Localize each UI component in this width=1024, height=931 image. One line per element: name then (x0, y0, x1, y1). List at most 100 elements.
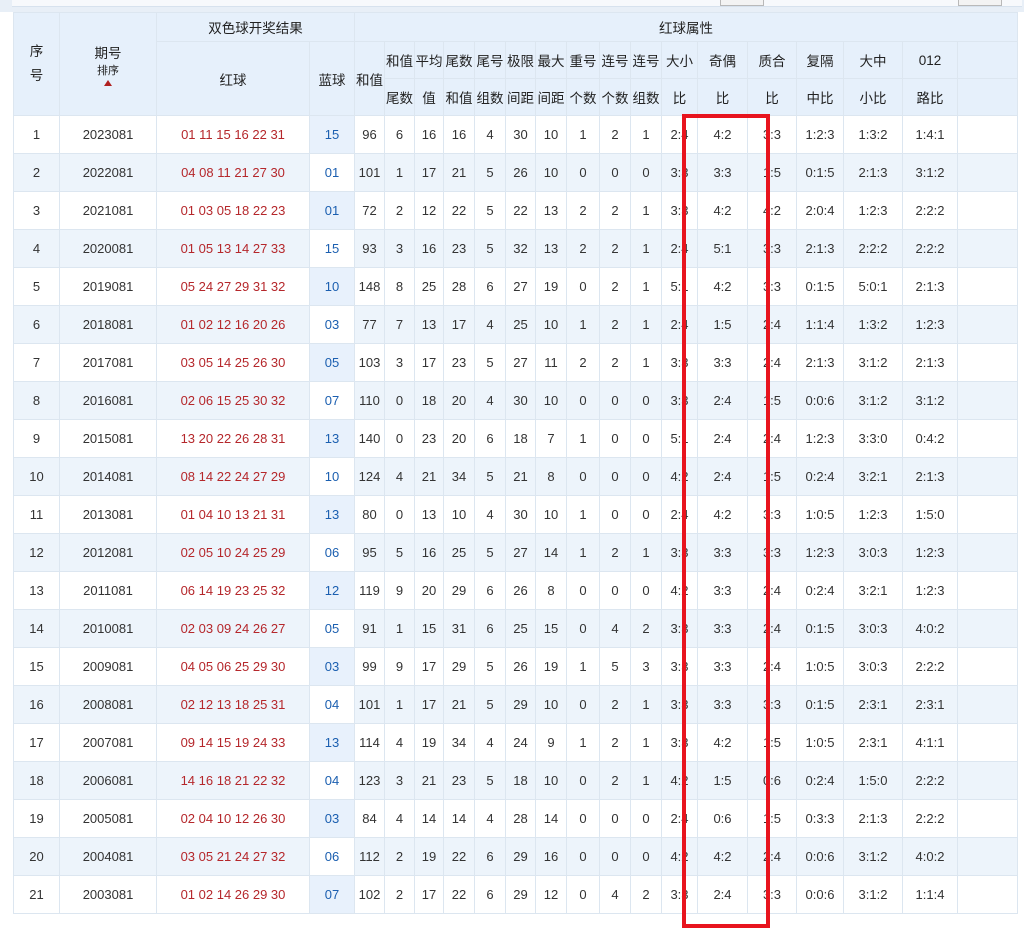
top-scroll-button-1[interactable] (720, 0, 764, 6)
cell: 17 (414, 343, 444, 382)
cell: 1:2:3 (843, 495, 903, 534)
blue-ball-cell: 15 (309, 115, 355, 154)
sort-arrow-icon[interactable] (104, 80, 112, 86)
cell: 95 (354, 533, 385, 572)
col-tail-groups-b: 组数 (474, 78, 506, 116)
cell: 72 (354, 191, 385, 230)
cell: 2:4 (747, 837, 797, 876)
cell: 2:2:2 (902, 229, 958, 268)
cell: 1 (384, 685, 415, 724)
cell: 2:4 (697, 875, 748, 914)
top-scroll-button-2[interactable] (958, 0, 1002, 6)
period-cell: 2004081 (59, 837, 157, 876)
cell: 7 (535, 419, 567, 458)
table-row: 21 2003081 01 02 14 26 29 30 07 102 2 17 22 6 29 1… (13, 875, 1018, 914)
cell: 28 (505, 799, 536, 838)
overflow-cell (957, 229, 1018, 268)
cell: 1:5 (747, 457, 797, 496)
red-attr-group-header: 红球属性 (354, 12, 1018, 42)
col-span-a: 极限 (505, 41, 536, 79)
top-bar-strip (12, 0, 1022, 7)
overflow-cell (957, 495, 1018, 534)
blue-ball-cell: 03 (309, 647, 355, 686)
cell: 3:3 (697, 343, 748, 382)
period-cell: 2010081 (59, 609, 157, 648)
col-prime-b: 比 (747, 78, 797, 116)
period-cell: 2018081 (59, 305, 157, 344)
cell: 30 (505, 495, 536, 534)
table-row: 13 2011081 06 14 19 23 25 32 12 119 9 20 29 6 26 8… (13, 571, 1018, 610)
seq-cell: 3 (13, 191, 60, 230)
table-row: 6 2018081 01 02 12 16 20 26 03 77 7 13 17 4 25 10 1… (13, 305, 1018, 344)
cell: 7 (384, 305, 415, 344)
cell: 1 (566, 495, 600, 534)
cell: 1:2:3 (796, 115, 844, 154)
cell: 1 (566, 723, 600, 762)
cell: 4:2 (697, 495, 748, 534)
cell: 6 (474, 837, 506, 876)
cell: 10 (535, 381, 567, 420)
table-row: 5 2019081 05 24 27 29 31 32 10 148 8 25 28 6 27 19… (13, 267, 1018, 306)
cell: 2:2:2 (843, 229, 903, 268)
col-max-gap-a: 最大 (535, 41, 567, 79)
red-balls-cell: 01 11 15 16 22 31 (156, 115, 310, 154)
lottery-table: 序号 期号 排序 双色球开奖结果 红球属性 红球 蓝球 和值 和值 平均 尾数 … (13, 12, 1018, 914)
cell: 10 (535, 153, 567, 192)
cell: 22 (443, 837, 475, 876)
col-avg-b: 值 (414, 78, 444, 116)
col-repeat-a: 重号 (566, 41, 600, 79)
cell: 2:4 (661, 799, 698, 838)
seq-cell: 12 (13, 533, 60, 572)
cell: 3:3 (661, 875, 698, 914)
cell: 2:4 (661, 229, 698, 268)
col-road-b: 路比 (902, 78, 958, 116)
col-consec-a: 连号 (599, 41, 631, 79)
col-consec-groups-a: 连号 (630, 41, 662, 79)
cell: 1:0:5 (796, 495, 844, 534)
cell: 1:2:3 (796, 533, 844, 572)
result-group-header: 双色球开奖结果 (156, 12, 355, 42)
cell: 25 (443, 533, 475, 572)
table-row: 3 2021081 01 03 05 18 22 23 01 72 2 12 22 5 22 13 2… (13, 191, 1018, 230)
sort-link[interactable]: 排序 (61, 62, 156, 78)
cell: 15 (414, 609, 444, 648)
cell: 2:0:4 (796, 191, 844, 230)
overflow-cell (957, 305, 1018, 344)
cell: 23 (443, 343, 475, 382)
blue-ball-cell: 05 (309, 343, 355, 382)
cell: 5 (474, 761, 506, 800)
col-tail-groups-a: 尾号 (474, 41, 506, 79)
overflow-cell (957, 761, 1018, 800)
cell: 3:3 (661, 191, 698, 230)
seq-cell: 17 (13, 723, 60, 762)
cell: 0:6 (747, 761, 797, 800)
cell: 5:1 (661, 267, 698, 306)
blue-ball-cell: 10 (309, 267, 355, 306)
table-row: 17 2007081 09 14 15 19 24 33 13 114 4 19 34 4 24 9… (13, 723, 1018, 762)
blue-ball-cell: 04 (309, 761, 355, 800)
cell: 4:2 (747, 191, 797, 230)
cell: 0 (599, 837, 631, 876)
cell: 0 (384, 419, 415, 458)
col-overflow-a (957, 41, 1018, 79)
cell: 3 (384, 229, 415, 268)
cell: 9 (384, 647, 415, 686)
table-row: 2 2022081 04 08 11 21 27 30 01 101 1 17 21 5 26 10… (13, 153, 1018, 192)
red-balls-cell: 09 14 15 19 24 33 (156, 723, 310, 762)
cell: 30 (505, 115, 536, 154)
cell: 3:2:1 (843, 457, 903, 496)
cell: 2:4 (747, 305, 797, 344)
cell: 21 (414, 761, 444, 800)
cell: 0 (566, 153, 600, 192)
cell: 2:4 (697, 457, 748, 496)
blue-ball-cell: 15 (309, 229, 355, 268)
col-repeat-b: 个数 (566, 78, 600, 116)
col-big-small-b: 比 (661, 78, 698, 116)
blue-ball-cell: 06 (309, 837, 355, 876)
overflow-cell (957, 419, 1018, 458)
cell: 0:0:6 (796, 381, 844, 420)
col-seq: 序号 (13, 12, 60, 116)
table-row: 18 2006081 14 16 18 21 22 32 04 123 3 21 23 5 18 1… (13, 761, 1018, 800)
red-balls-cell: 01 02 14 26 29 30 (156, 875, 310, 914)
blue-ball-cell: 03 (309, 305, 355, 344)
